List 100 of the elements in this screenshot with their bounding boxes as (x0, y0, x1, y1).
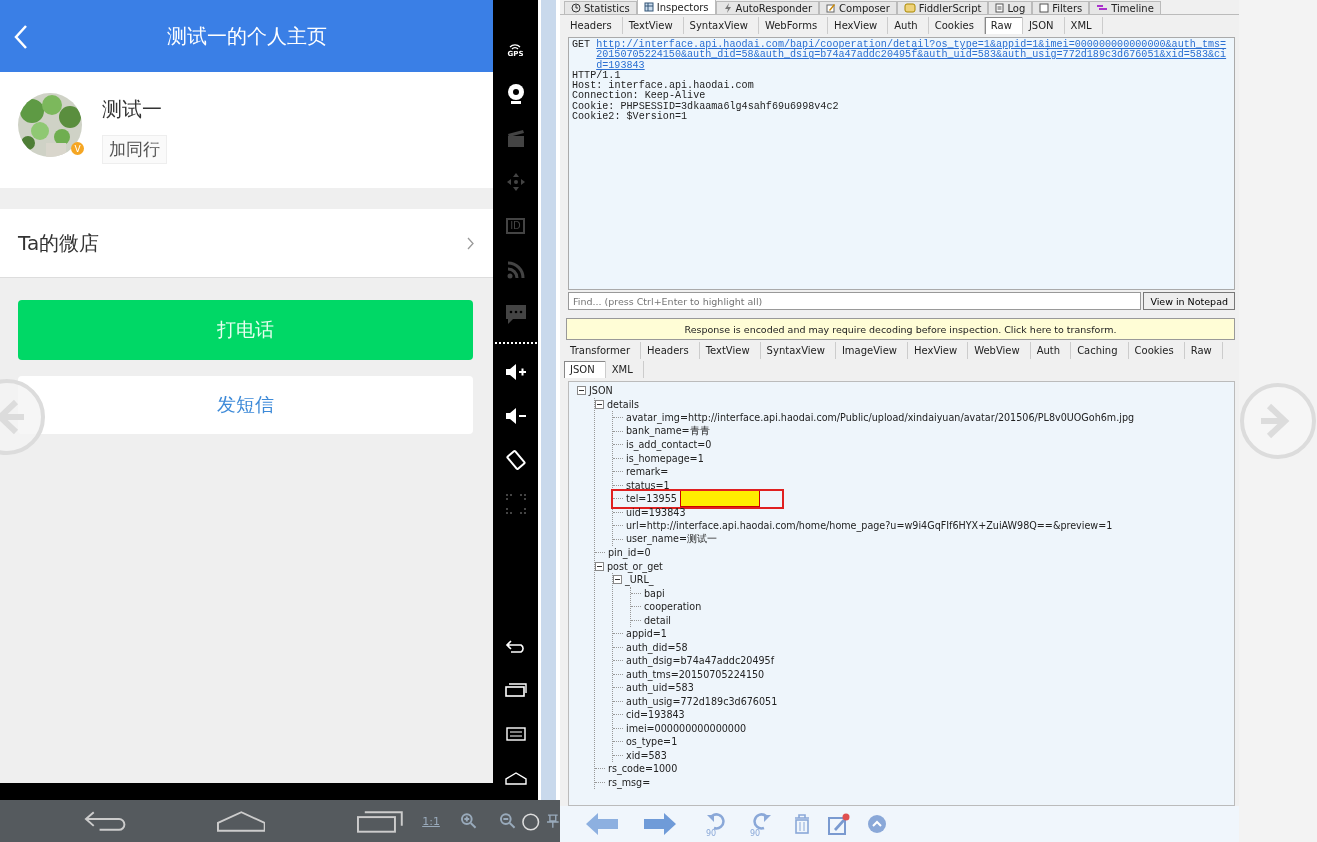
request-tab[interactable]: Auth (888, 17, 929, 34)
collapse-icon[interactable] (577, 386, 586, 396)
tree-node[interactable]: url=http://interface.api.haodai.com/home/home_page?u=w9i4GqFIf6HYX+ZuiAW98Q==&preview=1 (626, 520, 1113, 532)
response-tab[interactable]: HexView (908, 342, 969, 359)
fullscreen-icon[interactable] (505, 494, 526, 514)
tree-node[interactable]: auth_uid=583 (626, 682, 694, 694)
rss-icon[interactable] (505, 260, 526, 280)
chat-icon[interactable] (504, 303, 527, 325)
arrow-right-icon[interactable] (644, 813, 676, 835)
inspector-tab[interactable]: Filters (1032, 1, 1090, 14)
add-colleague-button[interactable]: 加同行 (102, 135, 167, 164)
collapse-icon[interactable] (595, 399, 604, 409)
inspector-tab[interactable]: Log (988, 1, 1033, 14)
tree-node[interactable]: xid=583 (626, 749, 667, 761)
tree-node[interactable]: imei=000000000000000 (626, 722, 747, 734)
response-tab[interactable]: ImageView (835, 342, 908, 359)
inspector-tab[interactable]: Composer (819, 1, 897, 14)
recent-apps-icon[interactable] (504, 683, 527, 697)
request-tab[interactable]: Cookies (928, 17, 985, 34)
tree-node[interactable]: _URL_ (625, 574, 654, 586)
tree-node[interactable]: bapi (644, 587, 665, 599)
tree-node[interactable]: cooperation (644, 601, 702, 613)
trash-icon[interactable] (794, 814, 810, 834)
response-tab[interactable]: WebView (968, 342, 1031, 359)
tree-node[interactable]: auth_tms=20150705224150 (626, 668, 765, 680)
tree-node[interactable]: uid=193843 (626, 506, 686, 518)
inspector-tab[interactable]: Timeline (1089, 1, 1161, 14)
tree-node[interactable]: auth_dsig=b74a47addc20495f (626, 655, 775, 667)
zoom-in-icon[interactable] (459, 812, 478, 830)
request-tab[interactable]: Headers (564, 17, 623, 34)
pin-icon[interactable] (546, 813, 560, 829)
tree-node[interactable]: bank_name=青青 (626, 424, 710, 438)
response-tab[interactable]: XML (605, 361, 644, 378)
collapse-icon[interactable] (595, 561, 604, 571)
find-field[interactable]: Find... (press Ctrl+Enter to highlight all) (568, 292, 1142, 310)
tree-node[interactable]: user_name=测试一 (626, 532, 717, 546)
response-tab[interactable]: SyntaxView (760, 342, 836, 359)
volume-down-icon[interactable] (504, 406, 527, 426)
response-tab[interactable]: Headers (641, 342, 700, 359)
edit-icon[interactable] (828, 813, 850, 835)
dpad-icon[interactable] (505, 172, 526, 192)
back-icon[interactable] (504, 639, 527, 653)
tree-node[interactable]: remark= (626, 466, 669, 478)
response-tab[interactable]: Caching (1071, 342, 1129, 359)
volume-up-icon[interactable] (504, 362, 527, 382)
request-tab[interactable]: XML (1064, 17, 1103, 34)
sms-button[interactable]: 发短信 (18, 376, 473, 434)
zoom-out-icon[interactable] (499, 812, 517, 830)
tree-node[interactable]: post_or_get (607, 560, 663, 572)
inspector-tab[interactable]: Statistics (564, 1, 637, 14)
scroll-bar[interactable] (538, 0, 560, 800)
tree-node[interactable]: os_type=1 (626, 736, 678, 748)
tree-node[interactable]: details (607, 398, 639, 410)
arrow-left-icon[interactable] (586, 813, 618, 835)
inspector-tab[interactable]: Inspectors (636, 0, 716, 14)
inspector-tab[interactable]: FiddlerScript (896, 1, 989, 14)
shop-row[interactable]: Ta的微店 (0, 209, 493, 278)
view-in-notepad-button[interactable]: View in Notepad (1143, 292, 1235, 310)
collapse-icon[interactable] (613, 575, 622, 585)
request-method: GET (572, 40, 591, 52)
request-tab[interactable]: HexView (828, 17, 889, 34)
webcam-icon[interactable] (505, 83, 526, 105)
clapperboard-icon[interactable] (505, 128, 526, 148)
tree-node[interactable]: rs_code=1000 (608, 763, 678, 775)
tree-node[interactable]: auth_did=58 (626, 641, 688, 653)
pencil-icon (826, 3, 837, 13)
request-tab[interactable]: WebForms (758, 17, 829, 34)
tree-node[interactable]: auth_usig=772d189c3d676051 (626, 695, 778, 707)
inspector-tab[interactable]: AutoResponder (715, 1, 820, 14)
tree-node[interactable]: cid=193843 (626, 709, 685, 721)
response-tab[interactable]: Auth (1030, 342, 1072, 359)
response-tab[interactable]: Transformer (564, 342, 641, 359)
response-tab[interactable]: TextView (699, 342, 761, 359)
menu-icon[interactable] (505, 727, 526, 741)
response-tab[interactable]: Cookies (1128, 342, 1185, 359)
request-url-link[interactable]: http://interface.api.haodai.com/bapi/cooperation/detail?os_type=1&appid=1&imei=000000000000000&auth_tms=20150705224150&auth_did=58&auth_dsig=b74a47addc20495f&auth_uid=583&auth_usig=772d189c3d676051&xid=583&cid=193843 (596, 40, 1231, 71)
user-name: 测试一 (102, 96, 162, 123)
tree-node[interactable]: is_add_contact=0 (626, 439, 712, 451)
request-tab[interactable]: TextView (622, 17, 684, 34)
grid-icon (643, 2, 654, 12)
tree-node[interactable]: appid=1 (626, 628, 667, 640)
tree-node[interactable]: rs_msg= (608, 776, 651, 788)
response-tab[interactable]: JSON (564, 361, 606, 378)
tree-node[interactable]: status=1 (626, 479, 670, 491)
request-tab[interactable]: SyntaxView (683, 17, 759, 34)
response-tab[interactable]: Raw (1184, 342, 1223, 359)
rotate-screen-icon[interactable] (504, 449, 527, 471)
tree-node[interactable]: JSON (589, 385, 613, 397)
transform-banner[interactable]: Response is encoded and may require decoding before inspection. Click here to transform. (566, 318, 1235, 340)
request-tab[interactable]: Raw (984, 17, 1023, 34)
tree-node[interactable]: avatar_img=http://interface.api.haodai.com/Public/upload/xindaiyuan/avatar/201506/PL8v0UOGoh6m.jpg (626, 412, 1135, 424)
verified-badge: V (71, 142, 84, 155)
tree-node[interactable]: is_homepage=1 (626, 452, 704, 464)
tree-node[interactable]: pin_id=0 (608, 547, 651, 559)
http-version: HTTP/1.1 (572, 70, 621, 81)
tree-node[interactable]: detail (644, 614, 671, 626)
request-tab[interactable]: JSON (1022, 17, 1065, 34)
chevron-up-icon[interactable] (868, 815, 886, 833)
request-header: Connection: Keep-Alive (572, 91, 706, 102)
tree-node[interactable]: tel=13955 (626, 493, 677, 505)
